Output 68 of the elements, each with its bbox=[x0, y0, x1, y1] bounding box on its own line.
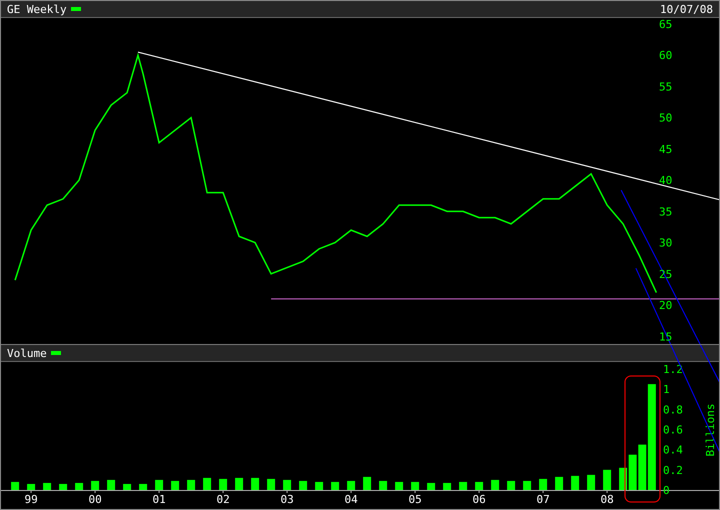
legend-swatch bbox=[50, 351, 61, 355]
volume-bar bbox=[139, 484, 148, 490]
price-axis-label: 35 bbox=[659, 205, 672, 218]
volume-bar bbox=[283, 480, 292, 490]
volume-bar bbox=[171, 480, 180, 490]
volume-bar bbox=[155, 480, 164, 490]
year-label: 02 bbox=[216, 493, 230, 506]
volume-bar bbox=[107, 480, 116, 490]
year-label: 07 bbox=[536, 493, 550, 506]
year-label: 01 bbox=[152, 493, 166, 506]
volume-bar bbox=[91, 480, 100, 490]
price-axis-label: 65 bbox=[659, 18, 672, 31]
volume-bar bbox=[363, 476, 372, 490]
volume-bar bbox=[571, 476, 580, 490]
volume-bar bbox=[75, 482, 84, 490]
price-axis-label: 50 bbox=[659, 112, 672, 125]
volume-axis-label: 0.8 bbox=[663, 403, 683, 416]
volume-bar bbox=[475, 482, 484, 490]
price-axis-label: 30 bbox=[659, 236, 672, 250]
price-axis-label: 55 bbox=[659, 80, 672, 94]
legend-swatch bbox=[70, 7, 81, 11]
year-label: 06 bbox=[472, 493, 486, 506]
volume-axis-label: 0.4 bbox=[663, 444, 683, 457]
volume-bar bbox=[587, 474, 596, 490]
volume-bar bbox=[427, 482, 436, 490]
year-label: 08 bbox=[600, 493, 614, 506]
volume-bar bbox=[459, 482, 468, 490]
price-axis-label: 20 bbox=[659, 299, 672, 312]
volume-bar bbox=[315, 482, 324, 490]
volume-bar bbox=[443, 482, 452, 490]
chart-date: 10/07/08 bbox=[660, 4, 713, 14]
year-label: 04 bbox=[344, 493, 358, 506]
year-label: 00 bbox=[88, 493, 102, 506]
volume-bar bbox=[395, 482, 404, 490]
volume-bar bbox=[251, 478, 260, 490]
volume-bar bbox=[11, 482, 20, 490]
volume-axis-label: 0.6 bbox=[663, 424, 683, 436]
axis-title: Billions bbox=[704, 404, 717, 456]
price-axis-label: 45 bbox=[659, 142, 672, 156]
panel-title: GE Weekly bbox=[7, 4, 67, 14]
volume-bar bbox=[379, 480, 388, 490]
volume-bar bbox=[491, 480, 500, 490]
volume-bar bbox=[507, 480, 516, 490]
volume-bar bbox=[555, 476, 564, 490]
year-label: 03 bbox=[280, 493, 294, 506]
volume-bar bbox=[203, 478, 212, 490]
volume-bar bbox=[219, 478, 228, 490]
volume-bar bbox=[27, 484, 36, 490]
volume-bar bbox=[347, 480, 356, 490]
year-label: 05 bbox=[408, 493, 422, 506]
volume-bar bbox=[331, 482, 340, 490]
volume-bar bbox=[267, 478, 276, 490]
volume-axis-label: 1 bbox=[663, 383, 670, 396]
volume-bar bbox=[123, 484, 132, 490]
volume-bar bbox=[59, 484, 68, 490]
volume-bar bbox=[411, 482, 420, 490]
volume-bar bbox=[187, 480, 196, 490]
volume-bar bbox=[523, 480, 532, 490]
volume-bar bbox=[43, 482, 52, 490]
volume-bar bbox=[603, 470, 612, 490]
price-axis-label: 40 bbox=[659, 174, 672, 188]
volume-axis-label: 0.2 bbox=[663, 464, 683, 477]
year-label: 99 bbox=[24, 493, 38, 506]
volume-bar bbox=[235, 478, 244, 490]
price-axis-label: 60 bbox=[659, 49, 672, 62]
volume-bar bbox=[539, 478, 548, 490]
volume-bar bbox=[299, 480, 308, 490]
panel-title: Volume bbox=[7, 348, 47, 358]
